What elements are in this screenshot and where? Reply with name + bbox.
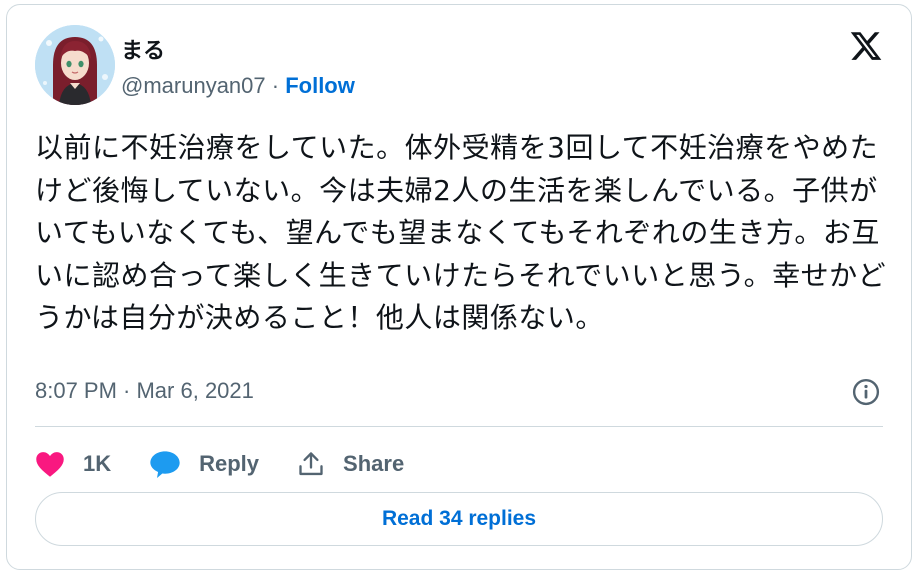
like-button[interactable]: 1K [35,450,111,478]
meta-separator: · [265,73,286,98]
author-meta: @marunyan07 · Follow [121,73,355,99]
reply-label: Reply [199,451,260,476]
share-button[interactable]: Share [297,450,404,478]
author-handle[interactable]: @marunyan07 [121,73,266,98]
avatar[interactable] [35,25,115,105]
action-bar: 1K Reply Share [35,441,442,487]
x-logo-icon[interactable] [849,29,883,63]
like-count: 1K [83,451,112,476]
heart-icon [36,452,64,477]
read-replies-button[interactable]: Read 34 replies [35,492,883,546]
speech-bubble-icon [150,451,180,478]
avatar-image [35,25,115,105]
tweet-card: まる @marunyan07 · Follow 以前に不妊治療をしていた。体外受… [6,4,912,570]
tweet-timestamp[interactable]: 8:07 PM · Mar 6, 2021 [35,378,254,404]
author-display-name[interactable]: まる [121,33,165,65]
divider [35,426,883,427]
follow-button[interactable]: Follow [285,73,355,98]
share-label: Share [343,451,405,476]
share-upload-icon [299,452,323,476]
info-icon[interactable] [851,377,881,407]
reply-button[interactable]: Reply [149,449,259,479]
tweet-text: 以前に不妊治療をしていた。体外受精を3回して不妊治療をやめたけど後悔していない。… [35,131,887,334]
